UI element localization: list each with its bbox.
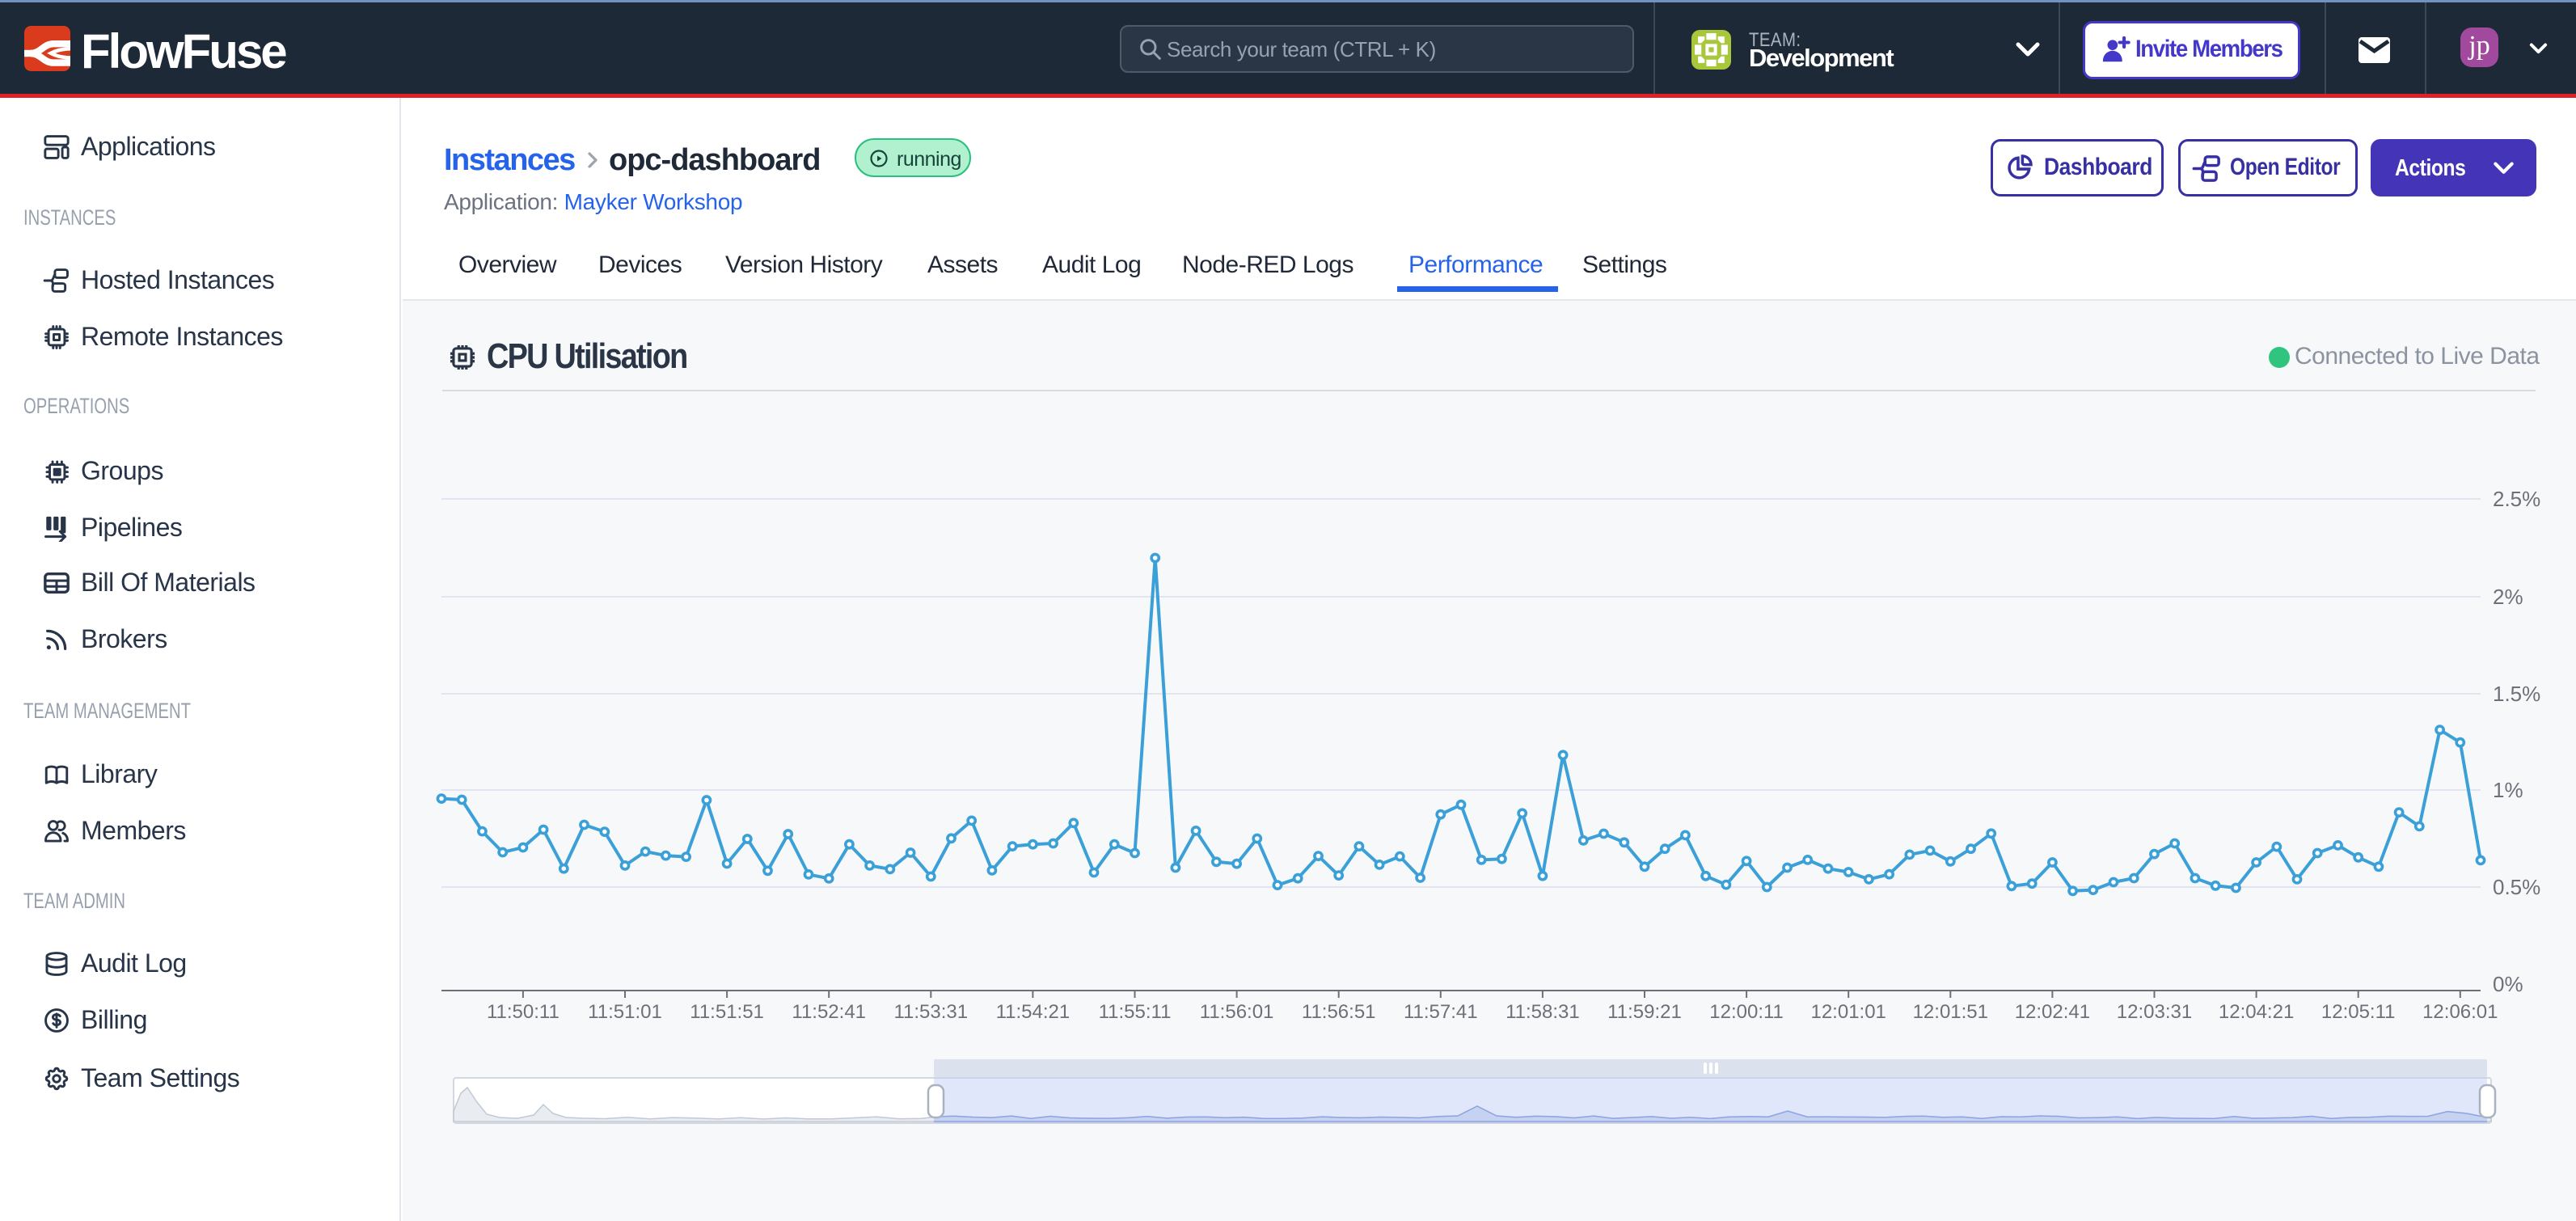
svg-text:11:56:01: 11:56:01 xyxy=(1200,1001,1274,1023)
svg-text:12:05:11: 12:05:11 xyxy=(2321,1001,2396,1023)
svg-text:12:02:41: 12:02:41 xyxy=(2015,1001,2090,1023)
svg-text:11:51:01: 11:51:01 xyxy=(588,1001,662,1023)
svg-text:11:50:11: 11:50:11 xyxy=(487,1001,560,1023)
svg-text:11:58:31: 11:58:31 xyxy=(1505,1001,1580,1023)
svg-text:12:01:01: 12:01:01 xyxy=(1810,1001,1886,1023)
svg-text:1.5%: 1.5% xyxy=(2493,682,2540,706)
svg-text:12:01:51: 12:01:51 xyxy=(1913,1001,1988,1023)
svg-text:11:51:51: 11:51:51 xyxy=(690,1001,764,1023)
svg-text:2.5%: 2.5% xyxy=(2493,487,2540,511)
svg-text:11:59:21: 11:59:21 xyxy=(1607,1001,1682,1023)
svg-text:11:55:11: 11:55:11 xyxy=(1099,1001,1172,1023)
svg-text:11:53:31: 11:53:31 xyxy=(893,1001,968,1023)
svg-text:11:54:21: 11:54:21 xyxy=(996,1001,1071,1023)
svg-text:11:52:41: 11:52:41 xyxy=(792,1001,866,1023)
svg-text:2%: 2% xyxy=(2493,585,2523,609)
svg-text:1%: 1% xyxy=(2493,778,2523,802)
svg-text:11:57:41: 11:57:41 xyxy=(1404,1001,1478,1023)
svg-text:12:04:21: 12:04:21 xyxy=(2219,1001,2294,1023)
svg-text:12:06:01: 12:06:01 xyxy=(2422,1001,2498,1023)
svg-text:11:56:51: 11:56:51 xyxy=(1302,1001,1376,1023)
svg-text:12:03:31: 12:03:31 xyxy=(2117,1001,2192,1023)
svg-text:12:00:11: 12:00:11 xyxy=(1709,1001,1784,1023)
svg-text:0%: 0% xyxy=(2493,972,2523,996)
svg-text:0.5%: 0.5% xyxy=(2493,875,2540,899)
